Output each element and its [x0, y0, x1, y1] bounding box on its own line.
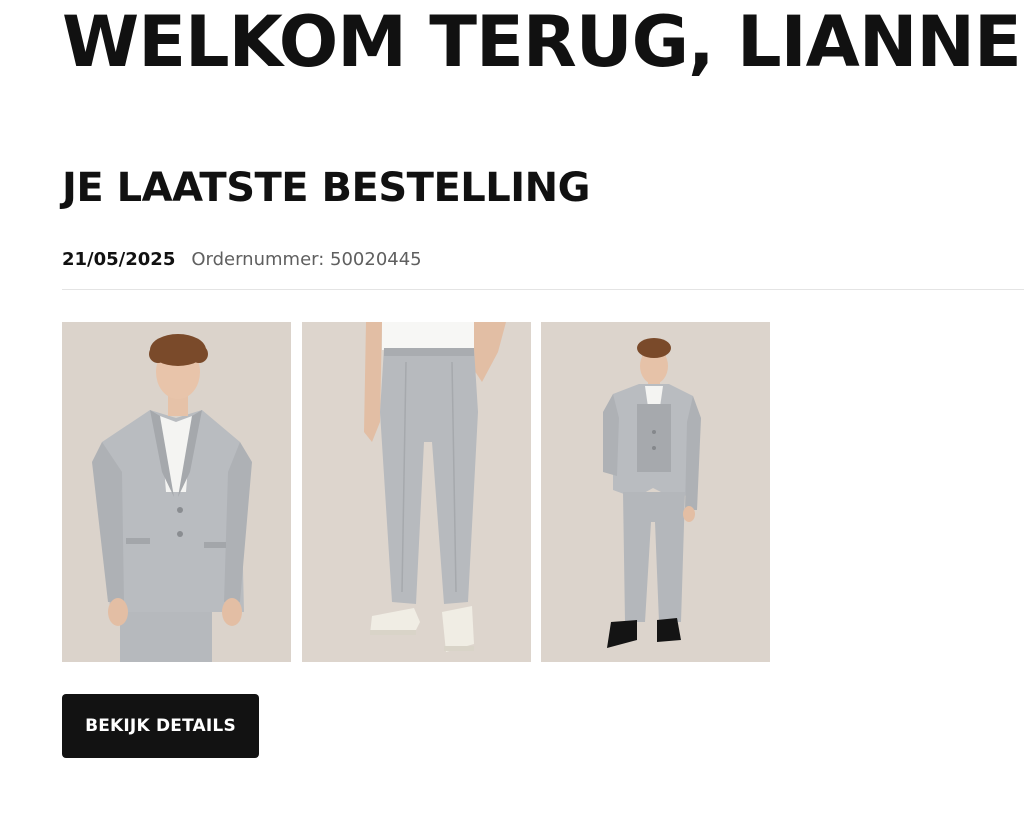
view-details-button[interactable]: BEKIJK DETAILS [62, 694, 259, 758]
divider [62, 289, 1024, 290]
trousers-photo-icon [302, 322, 531, 662]
last-order-heading: JE LAATSTE BESTELLING [62, 165, 590, 211]
welcome-title: WELKOM TERUG, LIANNE [62, 1, 1022, 83]
product-image-full-suit[interactable] [541, 322, 770, 662]
product-image-trousers[interactable] [302, 322, 531, 662]
order-number: Ordernummer: 50020445 [191, 248, 422, 270]
order-date: 21/05/2025 [62, 248, 176, 270]
product-image-blazer[interactable] [62, 322, 291, 662]
order-meta: 21/05/2025 Ordernummer: 50020445 [62, 246, 422, 272]
blazer-photo-icon [62, 322, 291, 662]
suit-photo-icon [541, 322, 770, 662]
account-page: WELKOM TERUG, LIANNE JE LAATSTE BESTELLI… [0, 0, 1024, 836]
